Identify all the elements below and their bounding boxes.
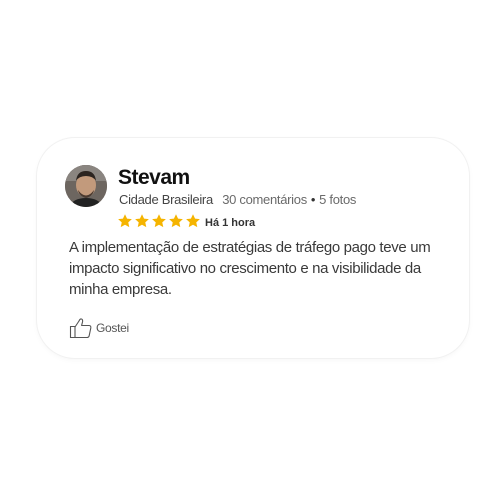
review-text: A implementação de estratégias de tráfeg… [69,239,431,298]
star-icon [169,214,183,228]
thumbs-up-icon [69,318,92,339]
avatar-photo [65,165,107,207]
author-stats: 30 comentários • 5 fotos [222,192,356,207]
author-name[interactable]: Stevam [118,167,190,188]
photos-count: 5 fotos [319,192,357,207]
star-icon [118,214,132,228]
meta-separator: • [310,192,316,207]
review-time: Há 1 hora [205,217,256,229]
review-card: Stevam Cidade Brasileira 30 comentários •… [37,138,469,358]
star-icon [152,214,166,228]
star-rating [117,213,202,229]
like-button[interactable]: Gostei [69,317,129,339]
comments-count: 30 comentários [222,192,307,207]
author-location: Cidade Brasileira [119,192,213,207]
star-icon [186,214,200,228]
star-icon [135,214,149,228]
avatar[interactable] [65,165,107,207]
author-meta: Cidade Brasileira 30 comentários • 5 fotos [119,192,356,207]
like-label: Gostei [96,321,129,335]
